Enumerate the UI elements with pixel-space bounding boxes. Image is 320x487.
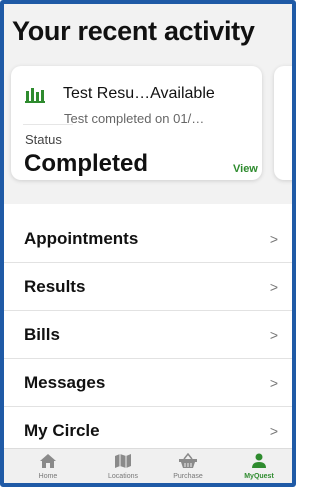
chevron-right-icon: >: [269, 423, 278, 439]
menu-item-label: Appointments: [24, 229, 139, 248]
menu-item-label: Results: [24, 277, 86, 296]
activity-card[interactable]: Test Resu…Available Test completed on 01…: [11, 66, 262, 180]
bottom-tab-bar: Home Locations Purchase MyQuest: [4, 448, 292, 483]
menu-item-label: Messages: [24, 373, 106, 392]
chevron-right-icon: >: [269, 327, 278, 343]
person-icon: [250, 453, 268, 474]
tab-locations[interactable]: Locations: [93, 449, 153, 483]
recent-activity-section: Your recent activity Test Resu…Available…: [4, 4, 292, 204]
basket-icon: [178, 452, 198, 474]
app-frame: Your recent activity Test Resu…Available…: [0, 0, 296, 487]
card-divider: [23, 124, 73, 125]
tab-label: Locations: [108, 473, 138, 480]
menu-item-results[interactable]: Results >: [4, 263, 292, 311]
tab-label: MyQuest: [244, 473, 274, 480]
menu-item-label: Bills: [24, 325, 60, 344]
tab-home[interactable]: Home: [18, 449, 78, 483]
tab-myquest[interactable]: MyQuest: [229, 449, 289, 483]
menu-item-messages[interactable]: Messages >: [4, 359, 292, 407]
tab-label: Purchase: [173, 473, 203, 480]
chevron-right-icon: >: [269, 279, 278, 295]
activity-title: Test Resu…Available: [63, 85, 215, 102]
activity-subtitle: Test completed on 01/…: [64, 111, 205, 126]
next-activity-card[interactable]: [274, 66, 292, 180]
status-label: Status: [25, 132, 62, 147]
menu-item-label: My Circle: [24, 421, 100, 440]
menu-item-bills[interactable]: Bills >: [4, 311, 292, 359]
chevron-right-icon: >: [269, 375, 278, 391]
page-title: Your recent activity: [12, 16, 255, 46]
home-icon: [39, 453, 57, 474]
tab-purchase[interactable]: Purchase: [158, 449, 218, 483]
tab-label: Home: [38, 473, 58, 480]
status-value: Completed: [24, 150, 149, 177]
bar-chart-icon: [25, 87, 45, 108]
chevron-right-icon: >: [269, 231, 278, 247]
menu-list: Appointments > Results > Bills > Message…: [4, 215, 292, 455]
menu-item-appointments[interactable]: Appointments >: [4, 215, 292, 263]
view-link[interactable]: View: [233, 163, 258, 175]
map-icon: [114, 453, 132, 474]
